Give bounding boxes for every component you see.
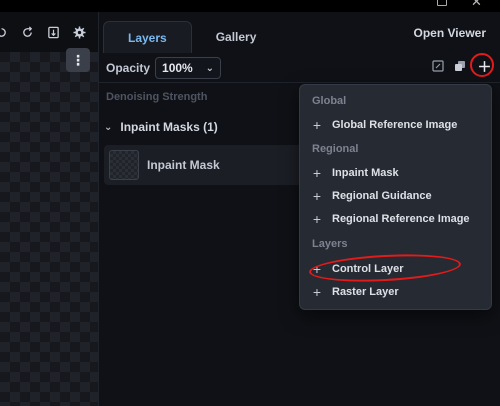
plus-icon: +	[312, 116, 322, 133]
minimize-icon[interactable]	[437, 0, 447, 6]
open-viewer-button[interactable]: Open Viewer	[414, 26, 486, 40]
merge-icon[interactable]	[453, 59, 467, 73]
window-title-strip: ✕	[0, 0, 500, 12]
layer-actions	[431, 53, 494, 77]
plus-icon: +	[312, 187, 322, 204]
opacity-select[interactable]: 100% ⌄	[155, 57, 222, 79]
opacity-label: Opacity	[106, 61, 151, 75]
menu-item-raster-layer[interactable]: + Raster Layer	[312, 283, 399, 300]
opacity-value: 100%	[162, 61, 193, 75]
tab-gallery[interactable]: Gallery	[192, 21, 281, 53]
fit-icon[interactable]	[431, 59, 445, 73]
redo-icon[interactable]	[20, 25, 34, 39]
chevron-down-icon: ⌄	[104, 121, 113, 133]
menu-item-regional-guidance[interactable]: + Regional Guidance	[312, 187, 432, 204]
menu-item-regional-reference-image[interactable]: + Regional Reference Image	[312, 210, 470, 227]
save-icon[interactable]	[46, 25, 60, 39]
divider	[99, 82, 500, 83]
menu-group-layers: Layers	[312, 238, 348, 250]
inpaint-masks-header[interactable]: ⌄ Inpaint Masks (1)	[104, 120, 218, 134]
add-layer-icon[interactable]	[470, 53, 494, 77]
tab-layers[interactable]: Layers	[103, 21, 192, 53]
settings-icon[interactable]	[72, 25, 86, 39]
denoising-strength-label: Denoising Strength	[106, 91, 208, 103]
close-icon[interactable]: ✕	[471, 0, 482, 8]
plus-icon: +	[312, 283, 322, 300]
canvas-toolbar	[0, 12, 98, 52]
annotation-circle	[470, 53, 494, 77]
menu-group-regional: Regional	[312, 143, 359, 155]
more-vertical-icon[interactable]: ⋮	[66, 48, 90, 72]
chevron-down-icon: ⌄	[205, 62, 215, 74]
menu-item-global-reference-image[interactable]: + Global Reference Image	[312, 116, 457, 133]
opacity-row: Opacity 100% ⌄	[99, 53, 500, 83]
undo-icon[interactable]	[0, 25, 8, 39]
plus-icon: +	[312, 210, 322, 227]
inpaint-masks-title: Inpaint Masks (1)	[120, 120, 218, 134]
menu-group-global: Global	[312, 95, 347, 107]
panel-tabs: Layers Gallery	[103, 21, 280, 53]
mask-thumbnail	[109, 150, 139, 180]
menu-item-inpaint-mask[interactable]: + Inpaint Mask	[312, 164, 399, 181]
mask-name: Inpaint Mask	[147, 158, 220, 172]
plus-icon: +	[312, 164, 322, 181]
